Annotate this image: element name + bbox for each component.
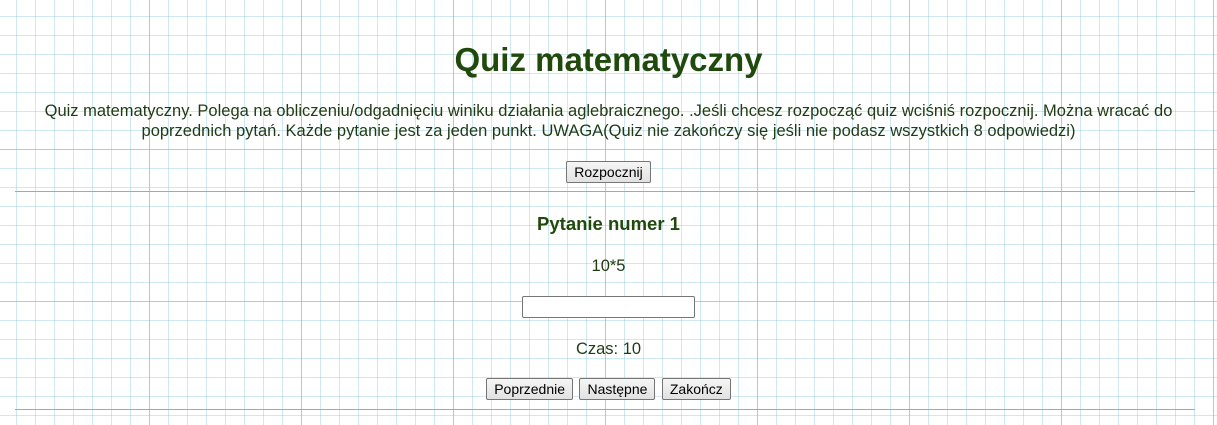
previous-button[interactable]: Poprzednie [486, 378, 574, 400]
start-button[interactable]: Rozpocznij [566, 161, 651, 183]
next-button[interactable]: Następne [579, 378, 656, 400]
answer-input[interactable] [522, 296, 695, 318]
page-title: Quiz matematyczny [454, 41, 763, 78]
timer-text: Czas: 10 [575, 340, 642, 358]
quiz-description: Quiz matematyczny. Polega na obliczeniu/… [44, 102, 1173, 140]
divider-bottom [15, 409, 1195, 410]
finish-button[interactable]: Zakończ [661, 378, 731, 400]
quiz-page: Quiz matematyczny Quiz matematyczny. Pol… [0, 0, 1217, 425]
question-navigation: Poprzednie Następne Zakończ [0, 378, 1217, 400]
question-expression: 10*5 [591, 257, 626, 275]
start-section: Rozpocznij [0, 161, 1217, 183]
divider-top [15, 191, 1195, 192]
question-heading: Pytanie numer 1 [537, 213, 680, 234]
answer-section [0, 296, 1217, 318]
